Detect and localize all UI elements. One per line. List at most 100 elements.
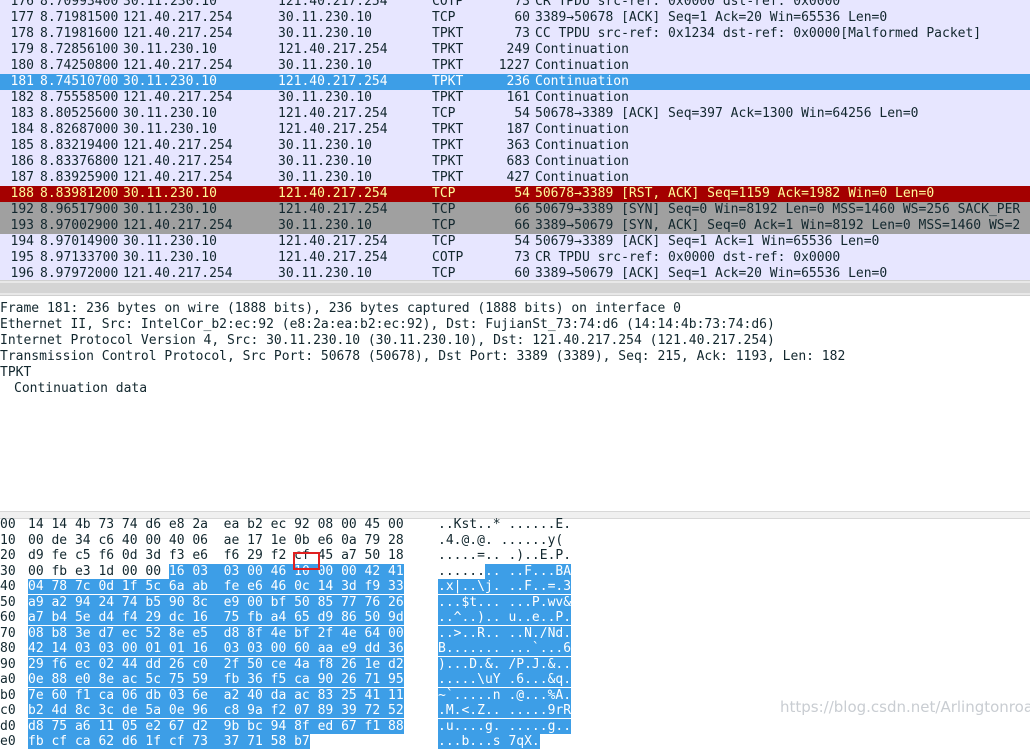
ascii-bytes[interactable]: .M.<.Z.. .....9rR: [438, 703, 572, 719]
packet-info: CC TPDU src-ref: 0x1234 dst-ref: 0x0000[…: [535, 26, 982, 41]
hex-bytes-selected: d8 75 a6 11 05 e2 67 d2 9b bc 94 8f ed 6…: [28, 718, 404, 734]
packet-details-pane[interactable]: Frame 181: 236 bytes on wire (1888 bits)…: [0, 301, 1030, 511]
hex-bytes[interactable]: d9 fe c5 f6 0d 3d f3 e6 f6 29 f2 cf 45 a…: [28, 548, 404, 564]
detail-tree-item[interactable]: Ethernet II, Src: IntelCor_b2:ec:92 (e8:…: [0, 317, 1030, 333]
hex-row[interactable]: 30 00 fb e3 1d 00 00 16 03 03 00 46 10 00…: [0, 563, 1030, 580]
hex-row[interactable]: 80 42 14 03 03 00 01 01 16 03 03 00 60 aa…: [0, 641, 1030, 657]
detail-tree-item[interactable]: Transmission Control Protocol, Src Port:…: [0, 349, 1030, 365]
ascii-bytes[interactable]: .....=.. .)..E.P.: [438, 548, 571, 564]
hex-bytes[interactable]: fb cf ca 62 d6 1f cf 73 37 71 58 b7: [28, 734, 310, 750]
hex-row[interactable]: 20 d9 fe c5 f6 0d 3d f3 e6 f6 29 f2 cf 45…: [0, 548, 1030, 564]
ascii-bytes[interactable]: ..>..R.. ..N./Nd.: [438, 625, 572, 642]
ascii-bytes[interactable]: .u....g. .....g..: [438, 718, 572, 735]
hex-row[interactable]: 60 a7 b4 5e d4 f4 29 dc 16 75 fb a4 65 d9…: [0, 610, 1030, 626]
packet-list[interactable]: 176 8.70993400 30.11.230.10 121.40.217.254 C…: [0, 0, 1030, 280]
hex-bytes[interactable]: 00 fb e3 1d 00 00 16 03 03 00 46 10 00 0…: [28, 563, 404, 580]
packet-info: Continuation: [535, 42, 629, 57]
packet-row[interactable]: 196 8.97972000 121.40.217.254 30.11.230.10 T…: [0, 266, 1030, 280]
hex-bytes-selected: a9 a2 94 24 74 b5 90 8c e9 00 bf 50 85 7…: [28, 594, 404, 610]
packet-row[interactable]: 179 8.72856100 30.11.230.10 121.40.217.254 T…: [0, 42, 1030, 58]
packet-protocol: TPKT: [432, 138, 464, 153]
packet-row[interactable]: 188 8.83981200 30.11.230.10 121.40.217.254 T…: [0, 186, 1030, 202]
ascii-selected: ...$t... ...P.wv&: [438, 594, 572, 610]
packet-length: 683: [506, 154, 530, 169]
hex-row[interactable]: a0 0e 88 e0 8e ac 5c 75 59 fb 36 f5 ca 90…: [0, 672, 1030, 688]
ascii-selected: ..^..).. u..e..P.: [438, 610, 572, 625]
hex-bytes[interactable]: 08 b8 3e d7 ec 52 8e e5 d8 8f 4e bf 2f 4…: [28, 625, 404, 642]
packet-row[interactable]: 177 8.71981500 121.40.217.254 30.11.230.10 T…: [0, 10, 1030, 26]
packet-number: 194: [10, 234, 34, 249]
hex-row[interactable]: 90 29 f6 ec 02 44 dd 26 c0 2f 50 ce 4a f8…: [0, 656, 1030, 673]
ascii-bytes[interactable]: .4.@.@. ......y(: [438, 533, 563, 549]
hex-bytes[interactable]: 7e 60 f1 ca 06 db 03 6e a2 40 da ac 83 2…: [28, 687, 404, 704]
packet-row[interactable]: 193 8.97002900 121.40.217.254 30.11.230.10 T…: [0, 218, 1030, 234]
hex-bytes[interactable]: b2 4d 8c 3c de 5a 0e 96 c8 9a f2 07 89 3…: [28, 703, 404, 719]
packet-row[interactable]: 195 8.97133700 30.11.230.10 121.40.217.254 C…: [0, 250, 1030, 266]
hex-row[interactable]: 10 00 de 34 c6 40 00 40 06 ae 17 1e 0b e6…: [0, 533, 1030, 549]
packet-info: 50678→3389 [RST, ACK] Seq=1159 Ack=1982 …: [535, 186, 935, 201]
ascii-plain: .4.@.@. ......y(: [438, 532, 564, 548]
packet-row[interactable]: 187 8.83925900 121.40.217.254 30.11.230.10 T…: [0, 170, 1030, 186]
hex-row[interactable]: d0 d8 75 a6 11 05 e2 67 d2 9b bc 94 8f ed…: [0, 718, 1030, 735]
hex-bytes-selected: a7 b4 5e d4 f4 29 dc 16 75 fb a4 65 d9 8…: [28, 610, 404, 625]
detail-tree-item[interactable]: Frame 181: 236 bytes on wire (1888 bits)…: [0, 301, 1030, 317]
hex-bytes[interactable]: a7 b4 5e d4 f4 29 dc 16 75 fb a4 65 d9 8…: [28, 610, 404, 626]
hex-bytes[interactable]: 14 14 4b 73 74 d6 e8 2a ea b2 ec 92 08 0…: [28, 517, 404, 533]
hex-bytes[interactable]: 04 78 7c 0d 1f 5c 6a ab fe e6 46 0c 14 3…: [28, 579, 404, 595]
hex-offset: 80: [0, 641, 16, 656]
packet-row[interactable]: 185 8.83219400 121.40.217.254 30.11.230.10 T…: [0, 138, 1030, 154]
ascii-bytes[interactable]: .x|..\j. ..F..=.3: [438, 579, 572, 595]
packet-row[interactable]: 184 8.82687000 30.11.230.10 121.40.217.254 T…: [0, 122, 1030, 138]
packet-protocol: TCP: [432, 186, 456, 201]
detail-tree-item[interactable]: TPKT: [0, 365, 1030, 381]
ascii-bytes[interactable]: ~`.....n .@...%A.: [438, 687, 572, 704]
packet-row[interactable]: 186 8.83376800 121.40.217.254 30.11.230.10 T…: [0, 154, 1030, 170]
packet-row[interactable]: 192 8.96517900 30.11.230.10 121.40.217.254 T…: [0, 202, 1030, 218]
ascii-bytes[interactable]: ...$t... ...P.wv&: [438, 594, 572, 611]
packet-list-horizontal-scrollbar[interactable]: [0, 280, 1030, 296]
hex-bytes[interactable]: 42 14 03 03 00 01 01 16 03 03 00 60 aa e…: [28, 641, 404, 657]
packet-number: 186: [10, 154, 34, 169]
packet-row[interactable]: 181 8.74510700 30.11.230.10 121.40.217.254 T…: [0, 74, 1030, 90]
hex-row[interactable]: 00 14 14 4b 73 74 d6 e8 2a ea b2 ec 92 08…: [0, 517, 1030, 533]
ascii-bytes[interactable]: B....... ...`...6: [438, 641, 572, 657]
packet-length: 60: [514, 266, 530, 280]
watermark: https://blog.csdn.net/Arlingtonroad: [780, 698, 1030, 716]
ascii-bytes[interactable]: ..Kst..* ......E.: [438, 517, 571, 533]
packet-destination: 121.40.217.254: [278, 202, 388, 217]
packet-row[interactable]: 182 8.75558500 121.40.217.254 30.11.230.10 T…: [0, 90, 1030, 106]
ascii-bytes[interactable]: ........ ..F...BA: [438, 563, 572, 580]
hex-row[interactable]: e0 fb cf ca 62 d6 1f cf 73 37 71 58 b7...…: [0, 734, 1030, 750]
ascii-bytes[interactable]: .....\uY .6...&q.: [438, 672, 572, 688]
packet-destination: 30.11.230.10: [278, 26, 372, 41]
packet-row[interactable]: 194 8.97014900 30.11.230.10 121.40.217.254 T…: [0, 234, 1030, 250]
packet-row[interactable]: 180 8.74250800 121.40.217.254 30.11.230.10 T…: [0, 58, 1030, 74]
scrollbar-thumb[interactable]: [0, 283, 1030, 293]
packet-source: 30.11.230.10: [123, 186, 217, 201]
packet-destination: 30.11.230.10: [278, 138, 372, 153]
ascii-bytes[interactable]: ...b...s 7qX.: [438, 734, 540, 750]
hex-offset: 50: [0, 594, 16, 610]
packet-destination: 30.11.230.10: [278, 10, 372, 25]
hex-bytes[interactable]: 00 de 34 c6 40 00 40 06 ae 17 1e 0b e6 0…: [28, 533, 404, 549]
hex-bytes[interactable]: 0e 88 e0 8e ac 5c 75 59 fb 36 f5 ca 90 2…: [28, 672, 404, 688]
hex-bytes[interactable]: 29 f6 ec 02 44 dd 26 c0 2f 50 ce 4a f8 2…: [28, 656, 404, 673]
hex-row[interactable]: 70 08 b8 3e d7 ec 52 8e e5 d8 8f 4e bf 2f…: [0, 625, 1030, 642]
packet-protocol: TCP: [432, 218, 456, 233]
detail-tree-item[interactable]: Continuation data: [0, 381, 1030, 397]
packet-row[interactable]: 183 8.80525600 30.11.230.10 121.40.217.254 T…: [0, 106, 1030, 122]
ascii-bytes[interactable]: )...D.&. /P.J.&..: [438, 656, 572, 673]
packet-number: 178: [10, 26, 34, 41]
ascii-bytes[interactable]: ..^..).. u..e..P.: [438, 610, 572, 626]
packet-row[interactable]: 176 8.70993400 30.11.230.10 121.40.217.254 C…: [0, 0, 1030, 10]
hex-row[interactable]: 50 a9 a2 94 24 74 b5 90 8c e9 00 bf 50 85…: [0, 594, 1030, 611]
packet-time: 8.80525600: [40, 106, 119, 121]
hex-bytes[interactable]: a9 a2 94 24 74 b5 90 8c e9 00 bf 50 85 7…: [28, 594, 404, 611]
packet-time: 8.97002900: [40, 218, 119, 233]
packet-destination: 121.40.217.254: [278, 186, 388, 201]
packet-bytes-pane[interactable]: 00 14 14 4b 73 74 d6 e8 2a ea b2 ec 92 08…: [0, 517, 1030, 749]
packet-row[interactable]: 178 8.71981600 121.40.217.254 30.11.230.10 T…: [0, 26, 1030, 42]
hex-row[interactable]: 40 04 78 7c 0d 1f 5c 6a ab fe e6 46 0c 14…: [0, 579, 1030, 595]
detail-tree-item[interactable]: Internet Protocol Version 4, Src: 30.11.…: [0, 333, 1030, 349]
hex-bytes[interactable]: d8 75 a6 11 05 e2 67 d2 9b bc 94 8f ed 6…: [28, 718, 404, 735]
